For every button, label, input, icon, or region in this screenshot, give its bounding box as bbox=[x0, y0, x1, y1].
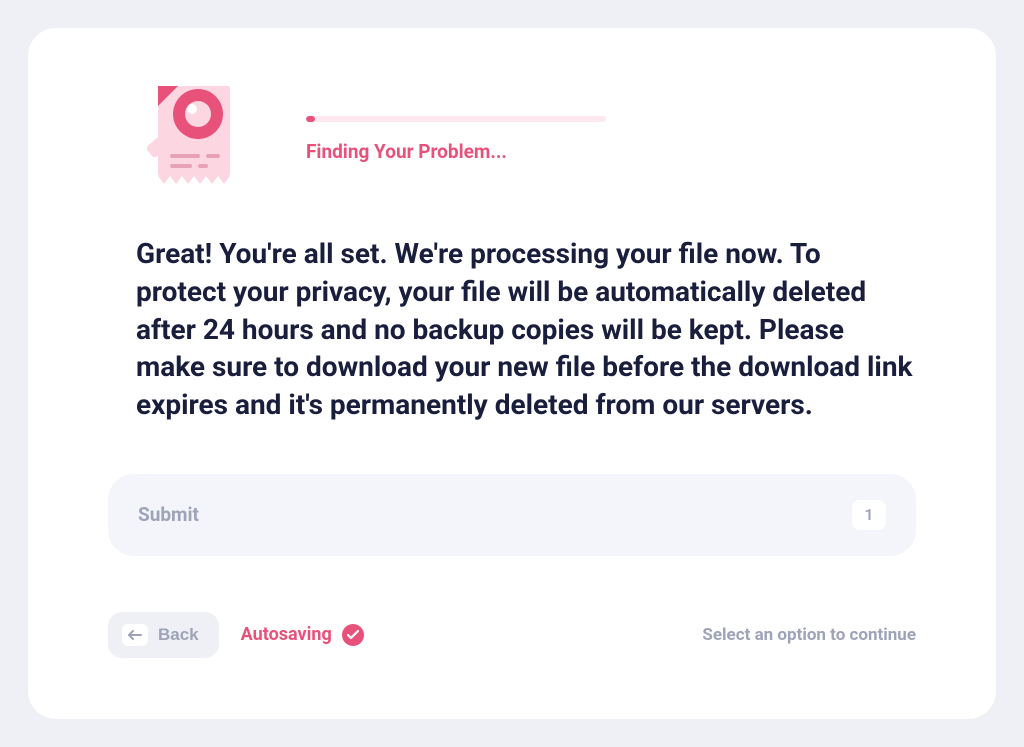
progress-bar bbox=[306, 116, 606, 122]
continue-hint: Select an option to continue bbox=[702, 625, 916, 645]
progress-section: Finding Your Problem... bbox=[306, 76, 916, 163]
submit-label: Submit bbox=[138, 503, 199, 526]
arrow-left-icon bbox=[122, 624, 148, 646]
header-row: Finding Your Problem... bbox=[108, 76, 916, 195]
footer-row: Back Autosaving Select an option to cont… bbox=[108, 612, 916, 658]
main-message: Great! You're all set. We're processing … bbox=[136, 235, 916, 424]
autosaving-status: Autosaving bbox=[241, 624, 364, 646]
progress-fill bbox=[306, 116, 315, 122]
autosaving-label: Autosaving bbox=[241, 624, 332, 645]
submit-option[interactable]: Submit 1 bbox=[108, 474, 916, 556]
receipt-search-icon bbox=[136, 76, 246, 195]
back-button[interactable]: Back bbox=[108, 612, 219, 658]
wizard-card: Finding Your Problem... Great! You're al… bbox=[28, 28, 996, 719]
checkmark-icon bbox=[342, 624, 364, 646]
submit-count-badge: 1 bbox=[852, 500, 886, 530]
back-label: Back bbox=[158, 625, 199, 645]
progress-label: Finding Your Problem... bbox=[306, 140, 916, 163]
